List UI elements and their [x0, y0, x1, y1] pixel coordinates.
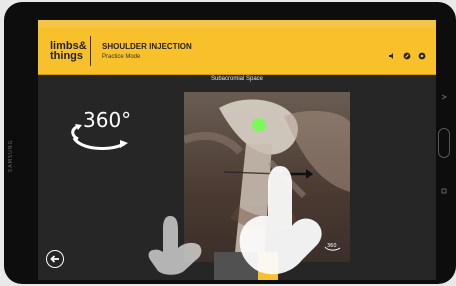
- speaker-icon[interactable]: [388, 47, 396, 59]
- settings-icon[interactable]: [418, 47, 426, 60]
- back-button[interactable]: [46, 250, 64, 268]
- app-screen: limbs& things SHOULDER INJECTION Practic…: [38, 20, 436, 280]
- rotate-label: 360°: [83, 108, 132, 132]
- right-hand-gesture: [239, 166, 322, 275]
- back-arrow-icon: [50, 255, 59, 263]
- recent-apps-key[interactable]: [441, 188, 447, 194]
- view-caption: Subacromial Space: [210, 76, 264, 82]
- status-bar: [38, 20, 436, 28]
- page-subtitle: Practice Mode: [102, 54, 141, 60]
- app-header: limbs& things SHOULDER INJECTION Practic…: [38, 28, 436, 75]
- header-icons: [388, 47, 426, 60]
- device-brand: SAMSUNG: [8, 139, 14, 172]
- left-hand-gesture: [148, 216, 202, 275]
- system-back-key[interactable]: [441, 94, 447, 100]
- link-icon[interactable]: [403, 47, 411, 60]
- rotate-360-control[interactable]: 360°: [68, 108, 138, 156]
- brand-logo: limbs& things: [50, 40, 87, 62]
- home-button[interactable]: [438, 128, 450, 158]
- tablet-device: SAMSUNG limbs& things SHOULDER INJECTION…: [4, 2, 456, 284]
- header-divider: [90, 36, 91, 66]
- page-title: SHOULDER INJECTION: [102, 42, 192, 51]
